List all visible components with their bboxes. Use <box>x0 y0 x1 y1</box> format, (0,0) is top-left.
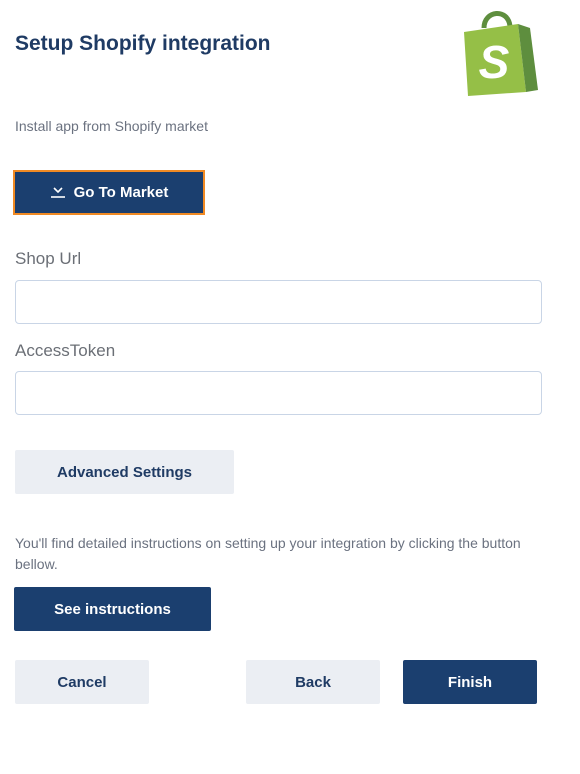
finish-label: Finish <box>447 673 493 691</box>
download-icon <box>50 186 65 198</box>
logo-letter: S <box>479 36 510 88</box>
go-to-market-button[interactable]: Go To Market <box>13 170 205 215</box>
back-label: Back <box>295 673 331 691</box>
go-to-market-label: Go To Market <box>73 184 169 201</box>
see-instructions-label: See instructions <box>54 600 171 618</box>
access-token-label: AccessToken <box>15 341 116 360</box>
shopify-bag-icon: S <box>464 11 538 96</box>
back-button[interactable]: Back <box>246 660 380 704</box>
instructions-help-text: You'll find detailed instructions on set… <box>15 535 521 572</box>
page-title: Setup Shopify integration <box>15 32 271 55</box>
access-token-input[interactable] <box>15 371 542 415</box>
cancel-label: Cancel <box>57 673 107 691</box>
shop-url-input[interactable] <box>15 280 542 324</box>
finish-button[interactable]: Finish <box>403 660 537 704</box>
advanced-settings-label: Advanced Settings <box>56 463 193 481</box>
install-instructions-text: Install app from Shopify market <box>15 118 208 134</box>
see-instructions-button[interactable]: See instructions <box>14 587 211 631</box>
shop-url-label: Shop Url <box>15 249 82 268</box>
advanced-settings-button[interactable]: Advanced Settings <box>15 450 234 494</box>
cancel-button[interactable]: Cancel <box>15 660 149 704</box>
